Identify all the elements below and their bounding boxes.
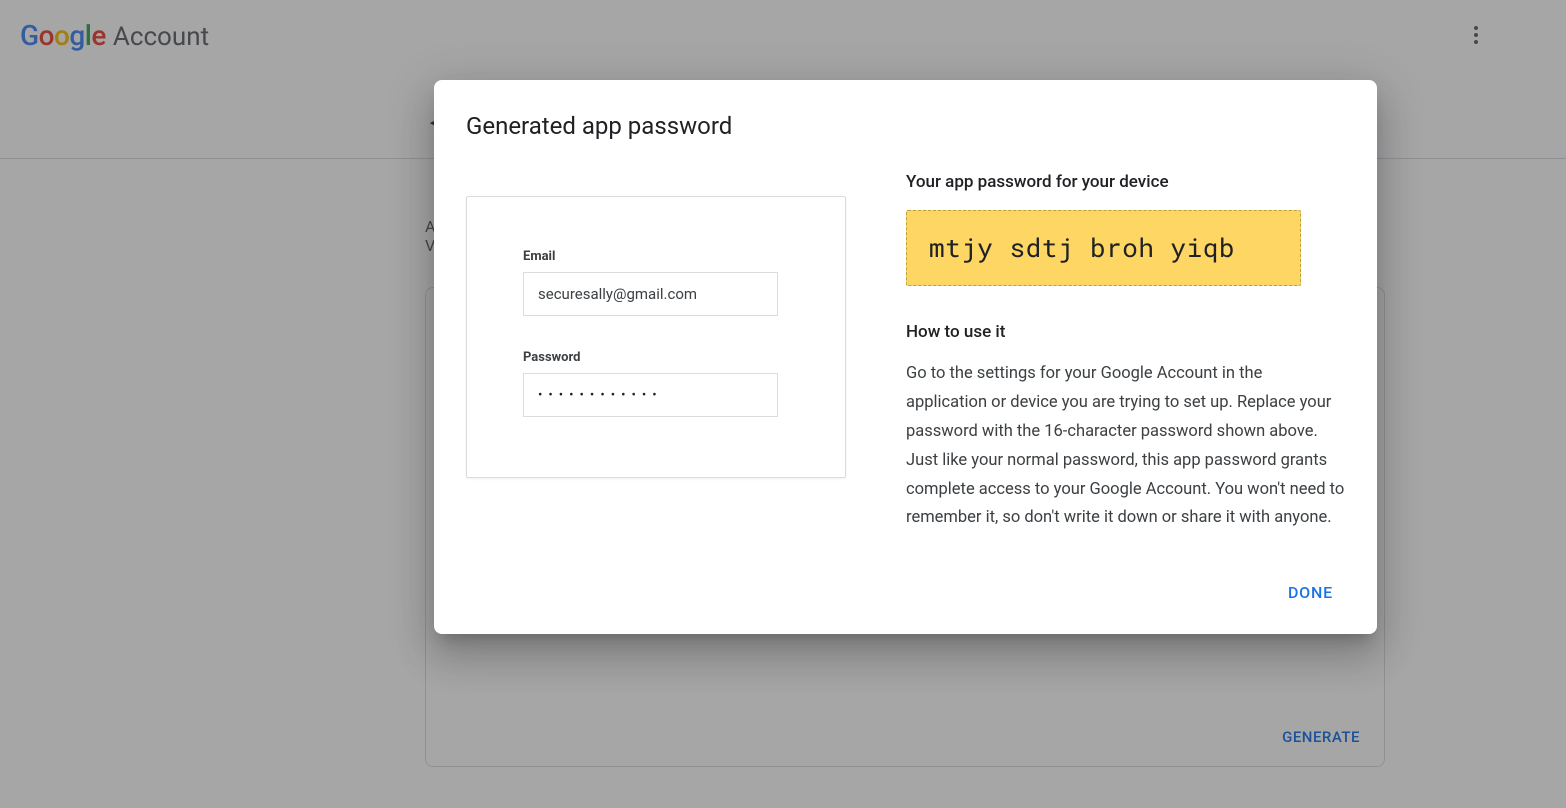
example-login-card: Email securesally@gmail.com Password •••… <box>466 196 846 478</box>
password-field: •••••••••••• <box>523 373 778 417</box>
password-mask: •••••••••••• <box>538 388 663 403</box>
modal-left-panel: Email securesally@gmail.com Password •••… <box>466 168 846 533</box>
app-password-heading: Your app password for your device <box>906 172 1345 192</box>
modal-title: Generated app password <box>466 112 1345 140</box>
generated-password-value: mtjy sdtj broh yiqb <box>906 210 1301 286</box>
generated-password-modal: Generated app password Email securesally… <box>434 80 1377 634</box>
email-label: Email <box>523 249 789 264</box>
password-label: Password <box>523 350 789 365</box>
done-button[interactable]: DONE <box>1276 575 1345 610</box>
email-field: securesally@gmail.com <box>523 272 778 316</box>
email-group: Email securesally@gmail.com <box>523 249 789 316</box>
modal-footer: DONE <box>466 575 1345 610</box>
how-to-use-heading: How to use it <box>906 322 1345 342</box>
modal-body: Email securesally@gmail.com Password •••… <box>466 168 1345 533</box>
instructions-text: Go to the settings for your Google Accou… <box>906 360 1345 533</box>
password-group: Password •••••••••••• <box>523 350 789 417</box>
modal-right-panel: Your app password for your device mtjy s… <box>906 168 1345 533</box>
